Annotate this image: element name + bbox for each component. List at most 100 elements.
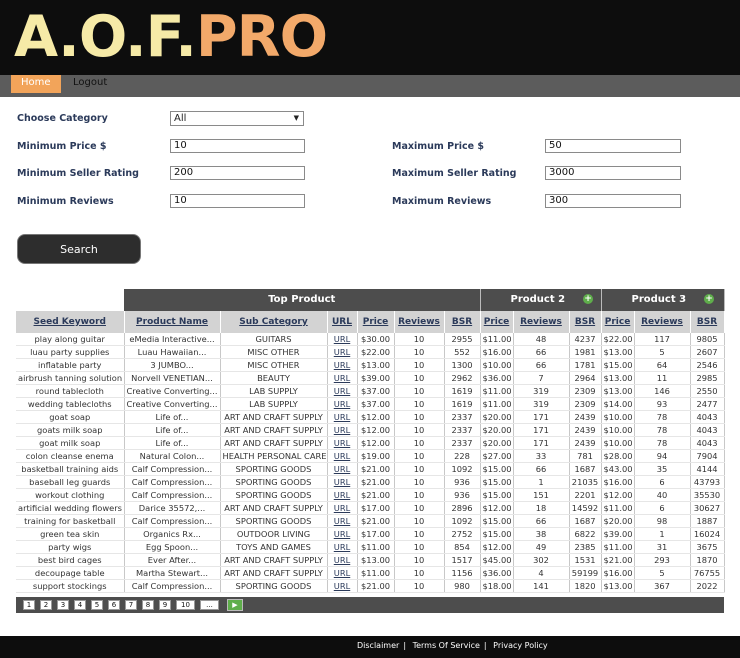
url-link[interactable]: URL xyxy=(327,475,358,490)
url-link[interactable]: URL xyxy=(327,540,358,555)
url-link[interactable]: URL xyxy=(327,553,358,568)
page-link[interactable]: 7 xyxy=(125,600,137,610)
page-link[interactable]: 6 xyxy=(108,600,120,610)
table-cell: 6 xyxy=(634,475,691,490)
page-link[interactable]: ... xyxy=(200,600,219,610)
table-cell: $10.00 xyxy=(601,423,635,438)
url-link[interactable]: URL xyxy=(327,449,358,464)
url-link[interactable]: URL xyxy=(327,345,358,360)
url-link[interactable]: URL xyxy=(327,333,358,347)
footer-terms[interactable]: Terms Of Service xyxy=(413,641,480,650)
expand-plus-icon[interactable]: + xyxy=(704,294,715,304)
column-header[interactable]: Reviews xyxy=(634,311,691,333)
footer-privacy[interactable]: Privacy Policy xyxy=(493,641,548,650)
min-price-input[interactable]: 10 xyxy=(170,139,305,153)
category-select[interactable]: All ▼ xyxy=(170,111,304,126)
url-link[interactable]: URL xyxy=(327,514,358,529)
column-header[interactable]: Product Name xyxy=(124,311,221,333)
column-header[interactable]: BSR xyxy=(690,311,725,333)
table-cell: 302 xyxy=(513,553,570,568)
table-cell: GUITARS xyxy=(220,333,328,347)
table-cell: SPORTING GOODS xyxy=(220,475,328,490)
table-cell: 66 xyxy=(513,514,570,529)
url-link[interactable]: URL xyxy=(327,527,358,542)
table-cell: 10 xyxy=(394,371,445,386)
column-header[interactable]: Reviews xyxy=(513,311,570,333)
table-cell: 2201 xyxy=(569,488,602,503)
url-link[interactable]: URL xyxy=(327,410,358,425)
url-link[interactable]: URL xyxy=(327,371,358,386)
url-link[interactable]: URL xyxy=(327,462,358,477)
url-link[interactable]: URL xyxy=(327,384,358,399)
table-cell: 367 xyxy=(634,579,691,594)
column-header[interactable]: BSR xyxy=(444,311,481,333)
table-cell: workout clothing xyxy=(16,488,125,503)
play-next-icon[interactable]: ▶ xyxy=(227,599,243,611)
max-reviews-input[interactable]: 300 xyxy=(545,194,681,208)
page-link[interactable]: 9 xyxy=(159,600,171,610)
footer-disclaimer[interactable]: Disclaimer xyxy=(357,641,399,650)
column-header[interactable]: URL xyxy=(327,311,358,333)
table-cell: 1092 xyxy=(444,462,481,477)
url-link[interactable]: URL xyxy=(327,501,358,516)
url-link[interactable]: URL xyxy=(327,488,358,503)
table-cell: 552 xyxy=(444,345,481,360)
url-link[interactable]: URL xyxy=(327,579,358,594)
table-cell: baseball leg guards xyxy=(16,475,125,490)
table-cell: 171 xyxy=(513,436,570,451)
table-cell: Calf Compression... xyxy=(124,462,221,477)
url-link[interactable]: URL xyxy=(327,566,358,581)
table-cell: $21.00 xyxy=(357,475,395,490)
table-cell: $11.00 xyxy=(601,540,635,555)
column-header[interactable]: Reviews xyxy=(394,311,445,333)
footer: Disclaimer | Terms Of Service | Privacy Po… xyxy=(0,636,740,658)
url-link[interactable]: URL xyxy=(327,358,358,373)
page-link[interactable]: 5 xyxy=(91,600,103,610)
table-cell: $12.00 xyxy=(480,501,514,516)
nav-home[interactable]: Home xyxy=(11,75,61,93)
table-cell: 1 xyxy=(513,475,570,490)
expand-plus-icon[interactable]: + xyxy=(583,294,594,304)
column-header[interactable]: Sub Category xyxy=(220,311,328,333)
page-link[interactable]: 10 xyxy=(176,600,195,610)
table-cell: OUTDOOR LIVING xyxy=(220,527,328,542)
column-header[interactable]: Price xyxy=(357,311,395,333)
table-cell: $15.00 xyxy=(480,514,514,529)
min-rating-input[interactable]: 200 xyxy=(170,166,305,180)
column-header[interactable]: BSR xyxy=(569,311,602,333)
table-cell: Ever After... xyxy=(124,553,221,568)
table-cell: SPORTING GOODS xyxy=(220,488,328,503)
page-link[interactable]: 2 xyxy=(40,600,52,610)
column-header[interactable]: Price xyxy=(601,311,635,333)
page-link[interactable]: 4 xyxy=(74,600,86,610)
search-button[interactable]: Search xyxy=(17,234,141,264)
table-cell: 49 xyxy=(513,540,570,555)
table-cell: 31 xyxy=(634,540,691,555)
max-price-input[interactable]: 50 xyxy=(545,139,681,153)
page-link[interactable]: 1 xyxy=(23,600,35,610)
page-link[interactable]: 8 xyxy=(142,600,154,610)
table-cell: $16.00 xyxy=(601,475,635,490)
page-link[interactable]: 3 xyxy=(57,600,69,610)
min-reviews-input[interactable]: 10 xyxy=(170,194,305,208)
url-link[interactable]: URL xyxy=(327,423,358,438)
column-header[interactable]: Seed Keyword xyxy=(16,311,125,333)
table-cell: $11.00 xyxy=(480,384,514,399)
table-cell: 10 xyxy=(394,462,445,477)
nav-logout[interactable]: Logout xyxy=(63,75,117,93)
table-cell: wedding tablecloths xyxy=(16,397,125,412)
table-cell: 16024 xyxy=(690,527,725,542)
table-row: workout clothing Calf Compression... SPORT… xyxy=(16,488,725,503)
table-cell: 35 xyxy=(634,462,691,477)
url-link[interactable]: URL xyxy=(327,397,358,412)
column-header[interactable]: Price xyxy=(480,311,514,333)
table-cell: 5 xyxy=(634,566,691,581)
table-cell: $20.00 xyxy=(480,436,514,451)
table-cell: green tea skin xyxy=(16,527,125,542)
table-row: decoupage table Martha Stewart... ART AND … xyxy=(16,566,725,581)
table-cell: 936 xyxy=(444,475,481,490)
url-link[interactable]: URL xyxy=(327,436,358,451)
max-rating-input[interactable]: 3000 xyxy=(545,166,681,180)
table-cell: party wigs xyxy=(16,540,125,555)
table-cell: $15.00 xyxy=(480,475,514,490)
